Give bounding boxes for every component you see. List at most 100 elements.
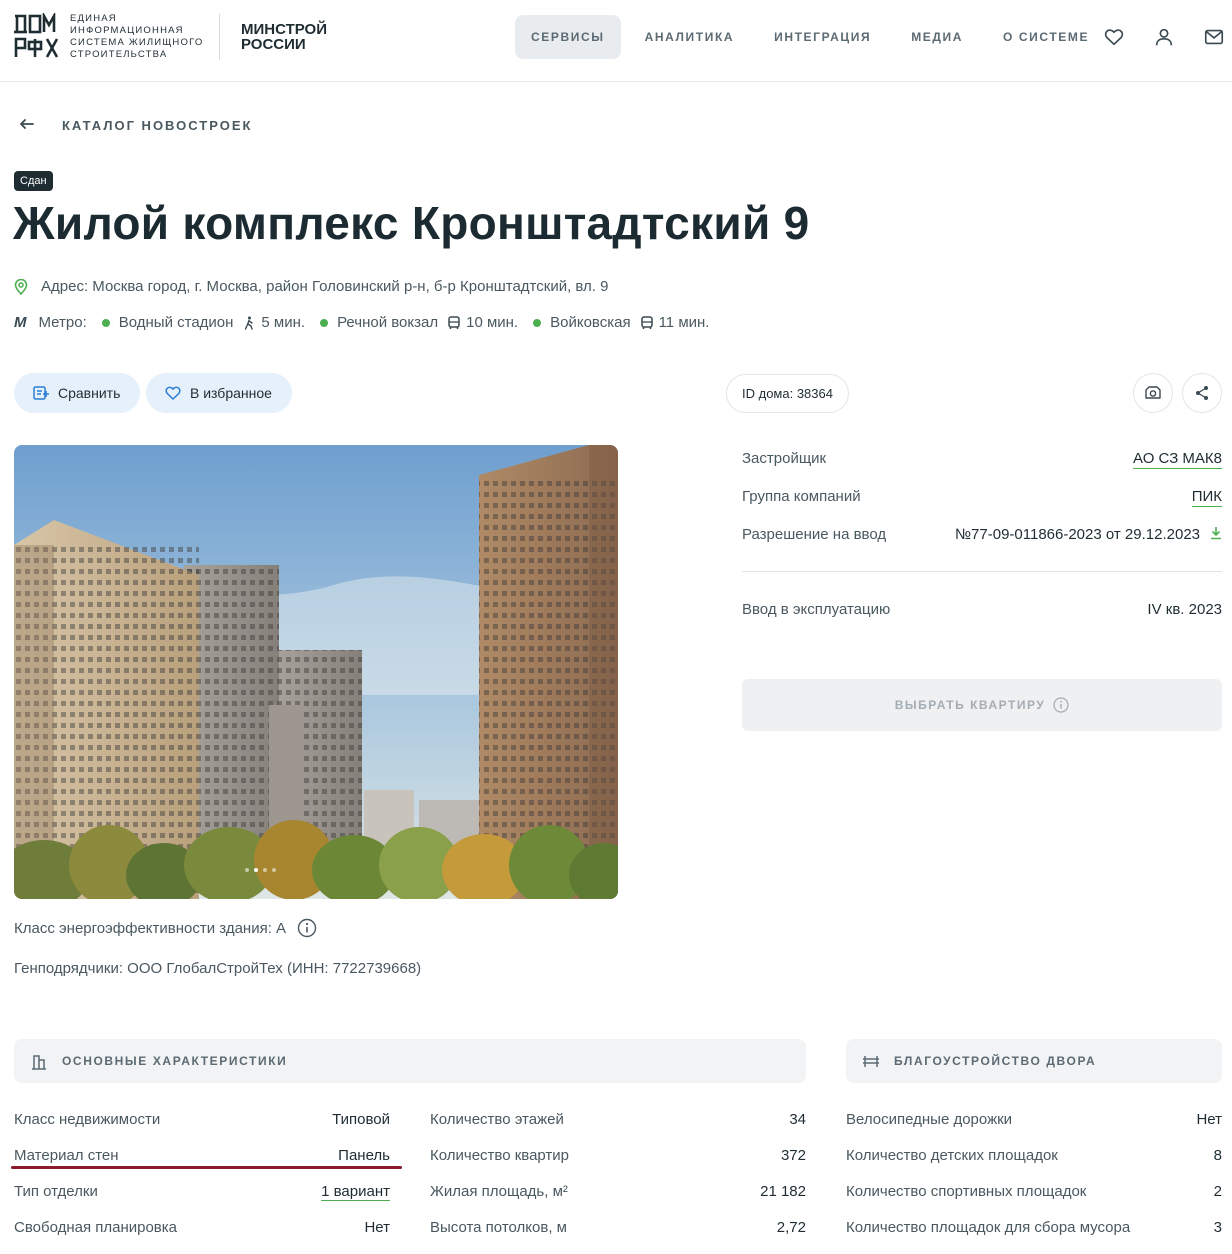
choose-apartment-label: ВЫБРАТЬ КВАРТИРУ bbox=[894, 698, 1046, 712]
char-value: Типовой bbox=[332, 1111, 390, 1128]
share-button[interactable] bbox=[1182, 373, 1222, 413]
metro-label: Метро: bbox=[38, 314, 87, 331]
slider-dot[interactable] bbox=[263, 868, 267, 872]
info-commission: Ввод в эксплуатацию IV кв. 2023 bbox=[742, 601, 1222, 618]
yard-value: 8 bbox=[1213, 1147, 1222, 1164]
nav-services[interactable]: СЕРВИСЫ bbox=[515, 15, 621, 59]
permit-value[interactable]: №77-09-011866-2023 от 29.12.2023 bbox=[955, 526, 1200, 543]
slider-dot[interactable] bbox=[245, 868, 249, 872]
address-text: Адрес: Москва город, г. Москва, район Го… bbox=[41, 278, 609, 295]
group-link[interactable]: ПИК bbox=[1191, 488, 1222, 507]
share-icon bbox=[1196, 386, 1208, 400]
metro-time: 11 мин. bbox=[658, 314, 710, 331]
divider bbox=[742, 571, 1222, 572]
mail-icon[interactable] bbox=[1203, 26, 1225, 48]
nav-integration[interactable]: ИНТЕГРАЦИЯ bbox=[758, 15, 887, 59]
photo-slider-dots[interactable] bbox=[245, 868, 276, 872]
char-label: Тип отделки bbox=[14, 1183, 98, 1200]
char-label: Высота потолков, м bbox=[430, 1219, 567, 1236]
char-row: Высота потолков, м 2,72 bbox=[430, 1219, 806, 1236]
permit-label: Разрешение на ввод bbox=[742, 526, 887, 543]
metro-icon: M bbox=[14, 314, 27, 331]
camera-button[interactable] bbox=[1133, 373, 1173, 413]
char-row: Количество квартир 372 bbox=[430, 1147, 806, 1164]
commission-value: IV кв. 2023 bbox=[1147, 601, 1222, 618]
yard-header: БЛАГОУСТРОЙСТВО ДВОРА bbox=[846, 1039, 1222, 1083]
char-row: Жилая площадь, м² 21 182 bbox=[430, 1183, 806, 1200]
info-icon bbox=[1053, 697, 1069, 713]
section-title: ОСНОВНЫЕ ХАРАКТЕРИСТИКИ bbox=[62, 1054, 288, 1068]
char-value: Нет bbox=[364, 1219, 390, 1236]
info-permit: Разрешение на ввод №77-09-011866-2023 от… bbox=[742, 526, 1222, 543]
metro-time: 10 мин. bbox=[466, 314, 519, 331]
yard-row: Количество детских площадок 8 bbox=[846, 1147, 1222, 1164]
yard-value: 3 bbox=[1213, 1219, 1222, 1236]
char-value: 34 bbox=[789, 1111, 806, 1128]
char-label: Количество квартир bbox=[430, 1147, 570, 1164]
metro-line-dot bbox=[533, 318, 542, 327]
char-value: 21 182 bbox=[760, 1183, 806, 1200]
commission-label: Ввод в эксплуатацию bbox=[742, 601, 891, 618]
highlight-underline bbox=[11, 1166, 402, 1169]
char-value: 372 bbox=[780, 1147, 806, 1164]
finish-type-link[interactable]: 1 вариант bbox=[321, 1183, 390, 1201]
bus-icon bbox=[640, 315, 653, 329]
char-row: Тип отделки 1 вариант bbox=[14, 1183, 390, 1201]
bus-icon bbox=[448, 315, 460, 329]
camera-icon bbox=[1145, 386, 1161, 399]
choose-apartment-button[interactable]: ВЫБРАТЬ КВАРТИРУ bbox=[742, 679, 1222, 731]
nav-media[interactable]: МЕДИА bbox=[895, 15, 979, 59]
house-id-badge[interactable]: ID дома: 38364 bbox=[726, 374, 849, 413]
metro-line-dot bbox=[101, 318, 110, 327]
complex-photo[interactable] bbox=[14, 445, 618, 899]
yard-row: Количество площадок для сбора мусора 3 bbox=[846, 1219, 1222, 1236]
info-group: Группа компаний ПИК bbox=[742, 488, 1222, 507]
back-arrow-icon[interactable] bbox=[18, 115, 36, 133]
char-label: Материал стен bbox=[14, 1147, 119, 1164]
char-row: Класс недвижимости Типовой bbox=[14, 1111, 390, 1128]
site-header: ЕДИНАЯ ИНФОРМАЦИОННАЯ СИСТЕМА ЖИЛИЩНОГО … bbox=[0, 0, 1232, 82]
metro-station[interactable]: Войковская bbox=[550, 314, 630, 331]
domrf-logo-icon[interactable] bbox=[13, 10, 59, 59]
yard-label: Количество детских площадок bbox=[846, 1147, 1058, 1164]
nav-analytics[interactable]: АНАЛИТИКА bbox=[629, 15, 751, 59]
general-contractor: Генподрядчики: ООО ГлобалСтройТех (ИНН: … bbox=[14, 960, 422, 977]
yard-label: Велосипедные дорожки bbox=[846, 1111, 1013, 1128]
user-icon[interactable] bbox=[1153, 26, 1175, 48]
char-label: Количество этажей bbox=[430, 1111, 564, 1128]
yard-value: Нет bbox=[1196, 1111, 1222, 1128]
yard-value: 2 bbox=[1213, 1183, 1222, 1200]
yard-label: Количество спортивных площадок bbox=[846, 1183, 1087, 1200]
logo-text: ЕДИНАЯ ИНФОРМАЦИОННАЯ СИСТЕМА ЖИЛИЩНОГО … bbox=[70, 13, 204, 60]
char-row: Свободная планировка Нет bbox=[14, 1219, 390, 1236]
favorite-button[interactable]: В избранное bbox=[146, 373, 292, 413]
char-label: Жилая площадь, м² bbox=[430, 1183, 568, 1200]
metro-time: 5 мин. bbox=[261, 314, 306, 331]
compare-label: Сравнить bbox=[58, 385, 121, 401]
status-badge: Сдан bbox=[14, 171, 53, 191]
nav-about[interactable]: О СИСТЕМЕ bbox=[987, 15, 1105, 59]
char-row: Количество этажей 34 bbox=[430, 1111, 806, 1128]
download-icon[interactable] bbox=[1210, 526, 1222, 540]
developer-link[interactable]: АО СЗ МАК8 bbox=[1133, 450, 1222, 469]
metro-station[interactable]: Водный стадион bbox=[119, 314, 234, 331]
breadcrumb-catalog[interactable]: КАТАЛОГ НОВОСТРОЕК bbox=[62, 118, 252, 133]
group-label: Группа компаний bbox=[742, 488, 861, 505]
heart-icon[interactable] bbox=[1103, 26, 1125, 48]
char-value: Панель bbox=[338, 1147, 390, 1164]
section-title: БЛАГОУСТРОЙСТВО ДВОРА bbox=[894, 1054, 1097, 1068]
info-icon[interactable] bbox=[297, 918, 317, 938]
info-developer: Застройщик АО СЗ МАК8 bbox=[742, 450, 1222, 469]
walk-icon bbox=[245, 316, 254, 330]
metro-line-dot bbox=[320, 318, 329, 327]
bench-icon bbox=[863, 1056, 879, 1067]
char-label: Класс недвижимости bbox=[14, 1111, 161, 1128]
main-characteristics-header: ОСНОВНЫЕ ХАРАКТЕРИСТИКИ bbox=[14, 1039, 806, 1083]
slider-dot[interactable] bbox=[272, 868, 276, 872]
metro-station[interactable]: Речной вокзал bbox=[337, 314, 438, 331]
permit-value-wrap[interactable]: №77-09-011866-2023 от 29.12.2023 bbox=[955, 526, 1222, 543]
compare-button[interactable]: Сравнить bbox=[14, 373, 141, 413]
slider-dot-active[interactable] bbox=[254, 868, 258, 872]
ministry-logo[interactable]: МИНСТРОЙ РОССИИ bbox=[241, 22, 351, 52]
energy-class: Класс энергоэффективности здания: A bbox=[14, 918, 317, 938]
